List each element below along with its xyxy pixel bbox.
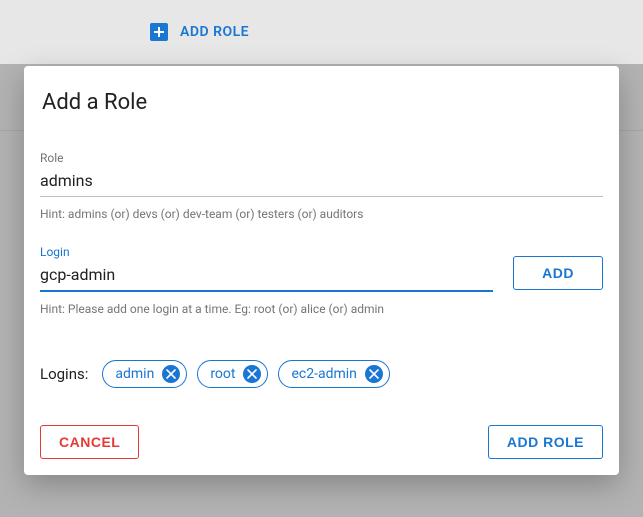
logins-label: Logins: [40,365,88,383]
role-hint: Hint: admins (or) devs (or) dev-team (or… [40,207,603,221]
logins-list: Logins: admin root ec2-admin [40,360,603,388]
add-role-dialog: Add a Role Role Hint: admins (or) devs (… [24,66,619,475]
role-input[interactable] [40,167,603,197]
login-chip-label: root [210,366,235,382]
remove-login-icon[interactable] [162,365,180,383]
add-role-trigger-label: ADD ROLE [180,24,249,40]
login-chip: root [197,360,268,388]
login-chip-label: admin [115,366,154,382]
add-login-button[interactable]: ADD [513,256,603,290]
add-role-trigger[interactable]: ADD ROLE [150,23,249,41]
add-role-submit-button[interactable]: ADD ROLE [488,425,603,459]
login-hint: Hint: Please add one login at a time. Eg… [40,302,603,316]
role-field-group: Role Hint: admins (or) devs (or) dev-tea… [40,151,603,221]
plus-icon [150,23,168,41]
login-input[interactable] [40,261,493,292]
login-chip: admin [102,360,187,388]
role-field-label: Role [40,151,603,165]
login-field-label: Login [40,245,493,259]
dialog-title: Add a Role [40,90,603,115]
cancel-button[interactable]: CANCEL [40,425,139,459]
login-chip-label: ec2-admin [291,366,356,382]
login-chip: ec2-admin [278,360,389,388]
dialog-actions: CANCEL ADD ROLE [40,409,603,459]
login-field-group: Login ADD Hint: Please add one login at … [40,245,603,316]
page-header-bar: ADD ROLE [0,0,643,64]
remove-login-icon[interactable] [365,365,383,383]
remove-login-icon[interactable] [243,365,261,383]
